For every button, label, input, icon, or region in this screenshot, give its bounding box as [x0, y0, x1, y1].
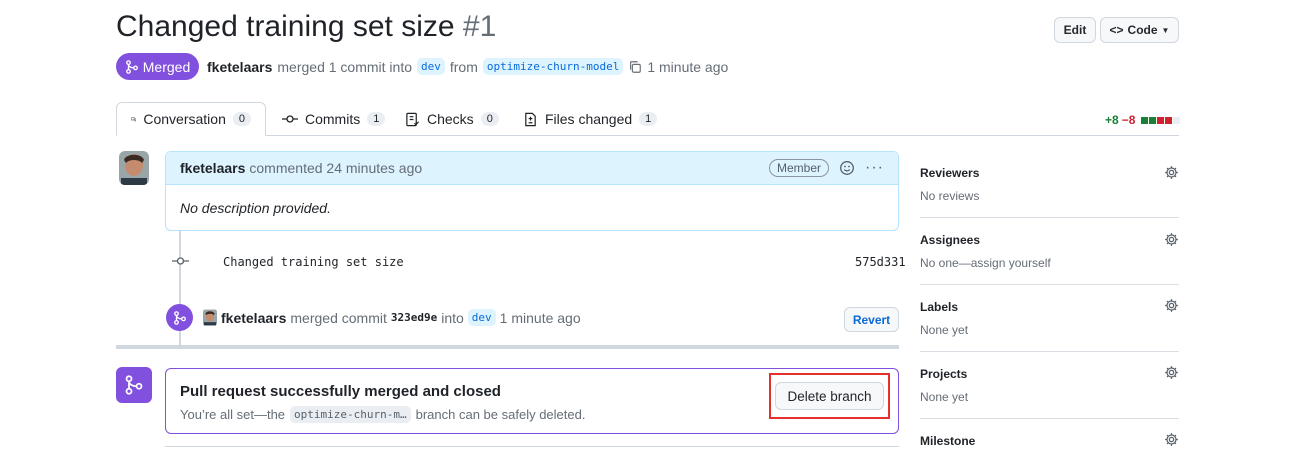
pr-title: Changed training set size #1	[116, 10, 496, 44]
checklist-icon	[406, 112, 420, 126]
sidebar-labels-value: None yet	[920, 323, 969, 337]
diffstat-square	[1173, 116, 1181, 124]
merge-time: 1 minute ago	[647, 58, 729, 75]
comment-box: fketelaars commented 24 minutes ago Memb…	[165, 151, 899, 231]
sidebar-reviewers-value: No reviews	[920, 189, 980, 203]
sidebar-labels-title[interactable]: Labels	[920, 300, 958, 314]
merged-state-badge: Merged	[116, 53, 199, 80]
gear-icon[interactable]	[1164, 298, 1179, 313]
kebab-horizontal-icon[interactable]: ···	[865, 159, 884, 177]
diffstat-square	[1165, 116, 1173, 124]
tab-conversation[interactable]: Conversation 0	[116, 102, 266, 136]
sidebar-reviewers-title[interactable]: Reviewers	[920, 166, 979, 180]
sidebar-divider	[920, 418, 1179, 419]
revert-button[interactable]: Revert	[844, 307, 899, 332]
code-button[interactable]: <> Code ▼	[1100, 17, 1179, 43]
code-button-label: Code	[1127, 23, 1158, 37]
tab-count: 0	[480, 112, 499, 126]
tab-count: 1	[639, 112, 658, 126]
status-branch[interactable]: optimize-churn-m…	[290, 406, 411, 423]
base-branch[interactable]: dev	[417, 58, 445, 75]
comment-body: No description provided.	[180, 200, 331, 216]
merge-event-time: 1 minute ago	[499, 309, 581, 326]
merge-sha[interactable]: 323ed9e	[391, 311, 437, 324]
sidebar-assignees-value[interactable]: No one—assign yourself	[920, 256, 1051, 270]
tab-label: Conversation	[143, 111, 226, 127]
head-branch[interactable]: optimize-churn-model	[482, 58, 624, 75]
git-commit-icon	[282, 115, 298, 123]
tab-count: 0	[232, 112, 251, 126]
sidebar-projects-title[interactable]: Projects	[920, 367, 967, 381]
meta-text: merged 1 commit into	[277, 58, 412, 75]
git-merge-icon	[173, 310, 186, 325]
status-title: Pull request successfully merged and clo…	[180, 383, 501, 400]
smiley-icon[interactable]	[839, 160, 855, 176]
gear-icon[interactable]	[1164, 432, 1179, 447]
commit-dot-icon	[172, 257, 189, 265]
caret-down-icon: ▼	[1161, 25, 1170, 35]
tab-label: Checks	[427, 111, 474, 127]
merge-branch[interactable]: dev	[467, 309, 496, 326]
gear-icon[interactable]	[1164, 232, 1179, 247]
status-suffix: branch can be safely deleted.	[415, 407, 586, 422]
sidebar-assignees-title[interactable]: Assignees	[920, 233, 980, 247]
sidebar-divider	[920, 351, 1179, 352]
status-prefix: You’re all set—the	[180, 407, 286, 422]
avatar-small[interactable]	[203, 309, 217, 326]
tab-commits[interactable]: Commits 1	[268, 102, 399, 136]
comment-header: fketelaars commented 24 minutes ago Memb…	[166, 152, 898, 185]
timeline-separator	[116, 345, 899, 349]
tab-count: 1	[367, 112, 386, 126]
gear-icon[interactable]	[1164, 165, 1179, 180]
next-item-border	[165, 446, 899, 447]
code-icon: <>	[1109, 23, 1124, 37]
gear-icon[interactable]	[1164, 365, 1179, 380]
merge-author[interactable]: fketelaars	[221, 310, 286, 326]
from-text: from	[449, 58, 478, 75]
edit-button[interactable]: Edit	[1054, 17, 1096, 43]
additions-count: +8	[1105, 113, 1119, 127]
diffstat-square	[1157, 116, 1165, 124]
merge-event: fketelaars merged commit 323ed9e into de…	[221, 309, 581, 326]
file-diff-icon	[525, 112, 536, 126]
diffstat-square	[1141, 116, 1149, 124]
status-subtitle: You’re all set—the optimize-churn-m… bra…	[180, 406, 585, 423]
commit-message[interactable]: Changed training set size	[223, 255, 404, 269]
diffstat-square	[1149, 116, 1157, 124]
git-merge-icon	[125, 59, 138, 74]
deletions-count: −8	[1121, 113, 1136, 127]
tab-checks[interactable]: Checks 0	[391, 102, 513, 136]
git-merge-icon	[125, 375, 143, 395]
sidebar-divider	[920, 284, 1179, 285]
commit-sha[interactable]: 575d331	[855, 255, 906, 269]
tab-label: Commits	[305, 111, 361, 127]
tab-label: Files changed	[545, 111, 633, 127]
author-link[interactable]: fketelaars	[207, 59, 272, 75]
member-badge: Member	[769, 159, 830, 177]
merge-event-icon	[166, 304, 193, 331]
merged-status-icon	[116, 367, 152, 403]
avatar[interactable]	[119, 151, 149, 185]
comment-author[interactable]: fketelaars	[180, 160, 245, 176]
pr-title-text: Changed training set size	[116, 10, 455, 43]
sidebar-projects-value: None yet	[920, 390, 969, 404]
delete-branch-button[interactable]: Delete branch	[775, 382, 884, 410]
diffstat-bar	[1141, 116, 1181, 124]
comment-discussion-icon	[131, 116, 137, 122]
merge-text: merged commit	[290, 309, 387, 326]
tab-files-changed[interactable]: Files changed 1	[509, 102, 671, 136]
pr-meta: fketelaars merged 1 commit into dev from…	[207, 58, 728, 75]
merged-label: Merged	[142, 58, 191, 75]
diffstat: +8 −8	[1105, 113, 1181, 127]
pr-number: #1	[462, 10, 497, 43]
into-text: into	[441, 309, 464, 326]
copy-icon[interactable]	[628, 60, 642, 74]
sidebar-milestone-title[interactable]: Milestone	[920, 434, 975, 448]
comment-action: commented 24 minutes ago	[249, 160, 423, 176]
sidebar-divider	[920, 217, 1179, 218]
